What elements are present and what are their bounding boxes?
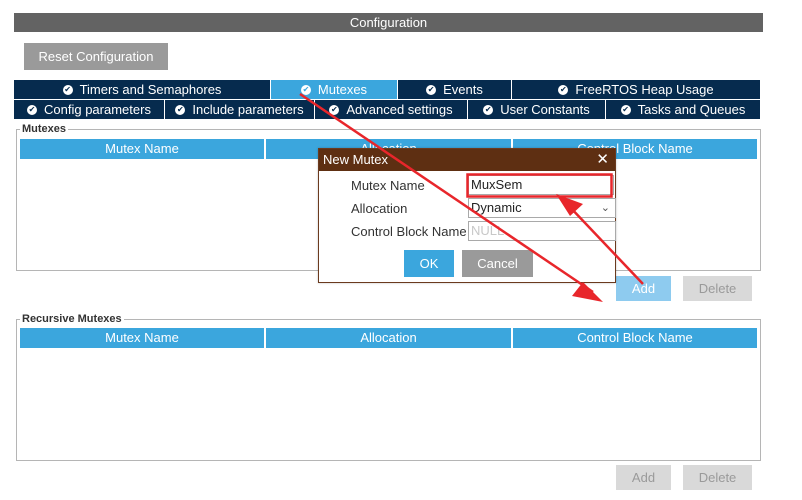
- highlight-box: [466, 173, 613, 198]
- annotation-overlay: [299, 92, 644, 302]
- arrow-line-mutexes-tab: [299, 92, 594, 294]
- arrow-line-add-button: [567, 204, 644, 285]
- arrow-head-down: [572, 282, 603, 302]
